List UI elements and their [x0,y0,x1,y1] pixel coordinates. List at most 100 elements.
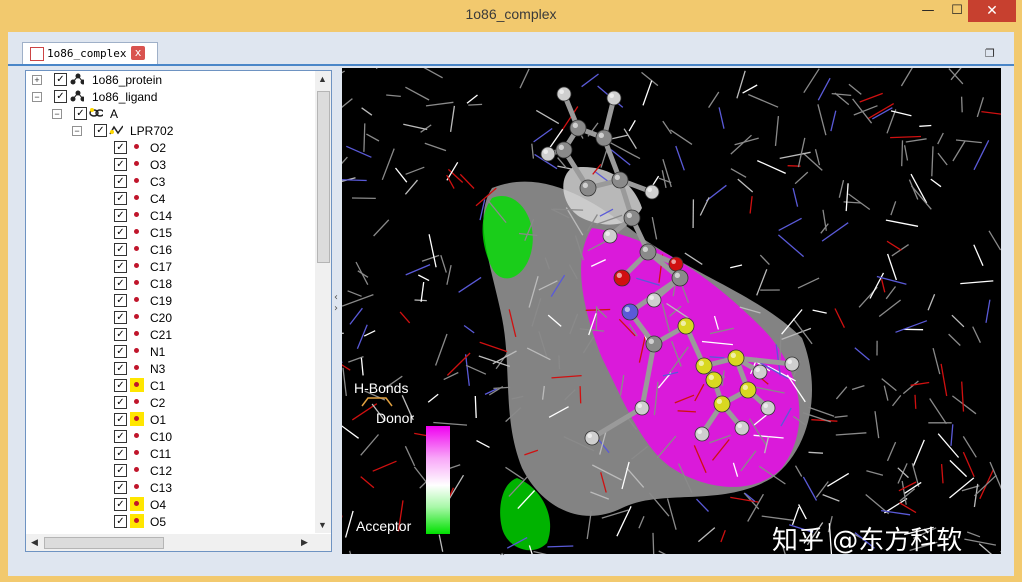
visibility-checkbox[interactable]: ✓ [114,243,127,256]
protein-bond [962,436,977,458]
scroll-left-icon[interactable]: ◀ [31,537,38,548]
visibility-checkbox[interactable]: ✓ [114,362,127,375]
tree-node-atom[interactable]: ✓ C15 [26,224,314,241]
restore-pane-icon[interactable]: ❐ [985,47,997,60]
atom-icon [134,229,139,234]
tree-node-atom[interactable]: ✓ C4 [26,190,314,207]
collapse-icon[interactable]: − [32,92,42,102]
workspace: 1o86_complex x ❐ + ✓ 1o86_protein − ✓ 1o… [8,32,1014,576]
tab-close-icon[interactable]: x [131,46,145,60]
visibility-checkbox[interactable]: ✓ [114,209,127,222]
visibility-checkbox[interactable]: ✓ [114,481,127,494]
visibility-checkbox[interactable]: ✓ [114,430,127,443]
protein-bond [404,179,418,195]
protein-bond [730,264,743,269]
protein-bond [981,110,1001,115]
tree-node-atom[interactable]: ✓ C17 [26,258,314,275]
splitter-handle[interactable]: ‹ › [334,292,338,314]
structure-tree-panel: + ✓ 1o86_protein − ✓ 1o86_ligand − ✓ A −… [25,70,332,552]
tree-node-atom[interactable]: ✓ C14 [26,207,314,224]
visibility-checkbox[interactable]: ✓ [114,277,127,290]
visibility-checkbox[interactable]: ✓ [114,464,127,477]
protein-bond [854,347,870,361]
visibility-checkbox[interactable]: ✓ [54,73,67,86]
minimize-button[interactable]: — [912,0,944,22]
visibility-checkbox[interactable]: ✓ [114,226,127,239]
tree-vertical-scrollbar[interactable]: ▲ ▼ [315,71,331,533]
visibility-checkbox[interactable]: ✓ [114,379,127,392]
scroll-right-icon[interactable]: ▶ [301,537,308,548]
tree-horizontal-scrollbar[interactable]: ◀ ▶ [26,534,331,551]
visibility-checkbox[interactable]: ✓ [114,345,127,358]
visibility-checkbox[interactable]: ✓ [74,107,87,120]
tree-node-atom[interactable]: ✓ C11 [26,445,314,462]
close-button[interactable]: ✕ [968,0,1016,22]
tree-node-atom[interactable]: ✓ C18 [26,275,314,292]
tree-node-atom[interactable]: ✓ C13 [26,479,314,496]
scroll-thumb[interactable] [44,537,164,549]
visibility-checkbox[interactable]: ✓ [114,447,127,460]
protein-bond [757,160,786,174]
tree-node-atom[interactable]: ✓ C10 [26,428,314,445]
tree-node-atom[interactable]: ✓ C1 [26,377,314,394]
atom-highlight [637,403,642,408]
3d-molecule-viewer[interactable]: H-Bonds Donor Acceptor 知乎 @东方科软 [342,68,1001,554]
protein-bond [985,299,991,323]
protein-bond [428,234,437,268]
ligand-atom [569,119,587,137]
tree-node-atom[interactable]: ✓ O5 [26,513,314,530]
visibility-checkbox[interactable]: ✓ [114,311,127,324]
tab-1o86-complex[interactable]: 1o86_complex x [22,42,158,65]
protein-bond [952,140,966,162]
ligand-atom [760,400,776,416]
visibility-checkbox[interactable]: ✓ [114,260,127,273]
visibility-checkbox[interactable]: ✓ [114,175,127,188]
atom-highlight [730,352,736,359]
visibility-checkbox[interactable]: ✓ [114,294,127,307]
visibility-checkbox[interactable]: ✓ [94,124,107,137]
tree-node-atom[interactable]: ✓ O4 [26,496,314,513]
title-bar: 1o86_complex — ☐ ✕ [0,0,1022,32]
hbond-color-scale [426,426,450,534]
tree-node-protein[interactable]: + ✓ 1o86_protein [26,71,314,88]
tree-node-atom[interactable]: ✓ C3 [26,173,314,190]
tree-node-atom[interactable]: ✓ N1 [26,343,314,360]
visibility-checkbox[interactable]: ✓ [114,396,127,409]
visibility-checkbox[interactable]: ✓ [114,158,127,171]
collapse-icon[interactable]: − [72,126,82,136]
scroll-down-icon[interactable]: ▼ [318,520,327,530]
tree-node-atom[interactable]: ✓ C2 [26,394,314,411]
visibility-checkbox[interactable]: ✓ [114,515,127,528]
tree-node-ligand[interactable]: − ✓ 1o86_ligand [26,88,314,105]
tree-node-atom[interactable]: ✓ C16 [26,241,314,258]
protein-bond [845,183,849,212]
bottom-splitter-handle[interactable]: ⌃ [498,552,506,563]
visibility-checkbox[interactable]: ✓ [114,328,127,341]
expand-icon[interactable]: + [32,75,42,85]
tree-node-atom[interactable]: ✓ C19 [26,292,314,309]
visibility-checkbox[interactable]: ✓ [114,498,127,511]
protein-bond [948,333,961,346]
visibility-checkbox[interactable]: ✓ [114,141,127,154]
tree-node-atom[interactable]: ✓ N3 [26,360,314,377]
protein-bond [972,326,981,343]
tree-node-atom[interactable]: ✓ O1 [26,411,314,428]
tree-node-label: C11 [150,447,172,461]
collapse-icon[interactable]: − [52,109,62,119]
protein-bond [662,120,672,135]
visibility-checkbox[interactable]: ✓ [114,192,127,205]
tree-node-atom[interactable]: ✓ O2 [26,139,314,156]
tree-node-atom[interactable]: ✓ C21 [26,326,314,343]
tree-node-residue[interactable]: − ✓ LPR702 [26,122,314,139]
tree-node-atom[interactable]: ✓ O3 [26,156,314,173]
visibility-checkbox[interactable]: ✓ [54,90,67,103]
scroll-thumb[interactable] [317,91,330,263]
visibility-checkbox[interactable]: ✓ [114,413,127,426]
tree-node-label: C3 [150,175,166,189]
protein-bond [797,137,806,168]
tree-node-chain[interactable]: − ✓ A [26,105,314,122]
tree-node-atom[interactable]: ✓ C20 [26,309,314,326]
scroll-up-icon[interactable]: ▲ [318,74,327,84]
tree-node-atom[interactable]: ✓ C12 [26,462,314,479]
atom-icon [134,314,139,319]
